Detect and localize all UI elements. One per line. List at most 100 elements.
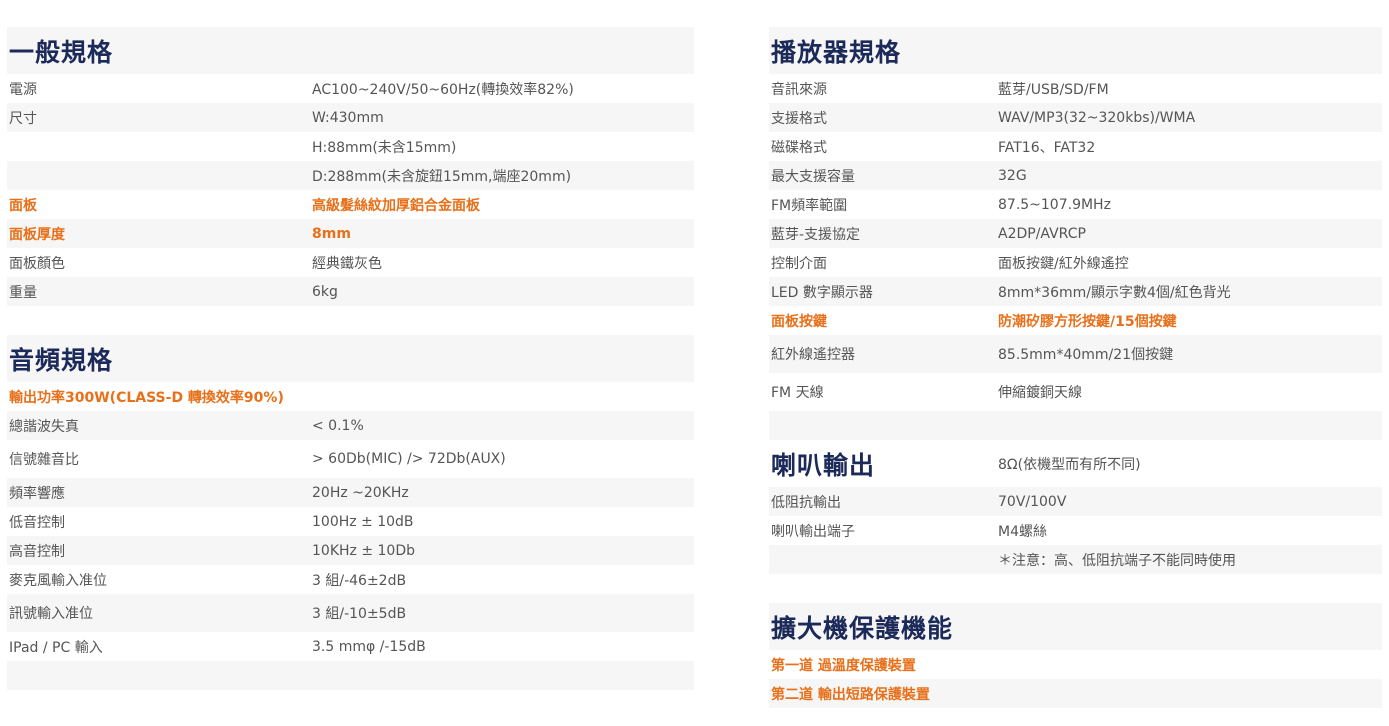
spec-row-panel-color: 面板顏色 經典鐵灰色 [7,248,694,277]
spec-row-output-power: 輸出功率300W(CLASS-D 轉換效率90%) [7,382,694,411]
spec-row-weight: 重量 6kg [7,277,694,306]
spec-label: 面板顏色 [9,255,65,272]
spec-label: 低音控制 [9,514,65,531]
spec-value: 3 組/-10±5dB [312,606,407,622]
spec-label: 低阻抗輸出 [771,494,841,511]
spec-row-remote: 紅外線遙控器 85.5mm*40mm/21個按鍵 [769,335,1382,373]
right-spec-column: 播放器規格 音訊來源 藍芽/USB/SD/FM 支援格式 WAV/MP3(32~… [769,27,1382,708]
spec-label: 支援格式 [771,110,827,127]
spec-value: 70V/100V [998,493,1067,510]
spec-value: AC100~240V/50~60Hz(轉換效率82%) [312,81,574,98]
spec-row-formats: 支援格式 WAV/MP3(32~320kbs)/WMA [769,103,1382,132]
spec-label: 電源 [9,81,37,98]
output-power-highlight: 輸出功率300W(CLASS-D 轉換效率90%) [9,389,284,406]
spec-label: LED 數字顯示器 [771,284,873,301]
audio-spec-heading: 音頻規格 [7,335,694,382]
spec-row-disk-format: 磁碟格式 FAT16、FAT32 [769,132,1382,161]
spec-value: 3.5 mmφ /-15dB [312,638,426,655]
spec-row-panel-buttons: 面板按鍵 防潮矽膠方形按鍵/15個按鍵 [769,306,1382,335]
spec-label: 訊號輸入准位 [9,606,93,622]
spec-value: 防潮矽膠方形按鍵/15個按鍵 [998,313,1177,330]
speaker-impedance-value: 8Ω(依機型而有所不同) [998,456,1141,473]
spec-row-terminal: 喇叭輸出端子 M4螺絲 [769,516,1382,545]
spec-label: 控制介面 [771,255,827,272]
spec-row-audio-source: 音訊來源 藍芽/USB/SD/FM [769,74,1382,103]
spec-label: 面板 [9,197,37,214]
spec-value: 6kg [312,283,338,300]
protection-item-label: 第一道 過溫度保護裝置 [771,657,916,674]
spec-value: 32G [998,167,1027,184]
spec-label: 喇叭輸出端子 [771,523,855,540]
spec-row-snr: 信號雜音比 > 60Db(MIC) /> 72Db(AUX) [7,440,694,478]
spec-row-treble: 高音控制 10KHz ± 10Db [7,536,694,565]
spec-label: 面板厚度 [9,226,65,243]
protection-title: 擴大機保護機能 [771,613,954,643]
spec-row-depth: D:288mm(未含旋鈕15mm,端座20mm) [7,161,694,190]
spec-row-bluetooth: 藍芽-支援協定 A2DP/AVRCP [769,219,1382,248]
spec-label: 頻率響應 [9,485,65,502]
protection-item: 第一道 過溫度保護裝置 [769,650,1382,679]
spec-value: WAV/MP3(32~320kbs)/WMA [998,109,1196,126]
spec-row-bass: 低音控制 100Hz ± 10dB [7,507,694,536]
spec-row-low-impedance: 低阻抗輸出 70V/100V [769,487,1382,516]
spec-row-thd: 總諧波失真 < 0.1% [7,411,694,440]
spec-label: FM頻率範圍 [771,197,848,214]
spec-row-signal-input: 訊號輸入准位 3 組/-10±5dB [7,594,694,632]
spec-label: 麥克風輸入准位 [9,572,107,589]
spec-label: 面板按鍵 [771,313,827,330]
spec-label: 重量 [9,284,37,301]
spec-label: 藍芽-支援協定 [771,226,861,243]
speaker-output-title: 喇叭輸出 [771,450,876,480]
spec-label: 高音控制 [9,543,65,560]
protection-item: 第二道 輸出短路保護裝置 [769,679,1382,708]
left-spec-column: 一般規格 電源 AC100~240V/50~60Hz(轉換效率82%) 尺寸 W… [7,27,694,690]
spec-value: 20Hz ~20KHz [312,484,409,501]
spec-value: 8mm [312,225,351,242]
spec-row-fm-range: FM頻率範圍 87.5~107.9MHz [769,190,1382,219]
spec-row-frequency-response: 頻率響應 20Hz ~20KHz [7,478,694,507]
player-spec-title: 播放器規格 [771,37,902,67]
spec-value: M4螺絲 [998,523,1047,540]
spec-value: 100Hz ± 10dB [312,513,414,530]
spec-row-control: 控制介面 面板按鍵/紅外線遙控 [769,248,1382,277]
spec-label: 最大支援容量 [771,168,855,185]
spec-value: H:88mm(未含15mm) [312,139,457,156]
spec-label: 信號雜音比 [9,452,79,468]
spec-value: FAT16、FAT32 [998,139,1096,156]
audio-spec-title: 音頻規格 [9,345,114,375]
general-spec-title: 一般規格 [9,37,114,67]
empty-row [769,411,1382,440]
spec-label: 尺寸 [9,110,37,127]
spec-value: 85.5mm*40mm/21個按鍵 [998,347,1174,363]
spec-row-power: 電源 AC100~240V/50~60Hz(轉換效率82%) [7,74,694,103]
note-text: ＊注意：高、低阻抗端子不能同時使用 [998,552,1236,569]
spec-value: 3 組/-46±2dB [312,572,407,589]
spec-row-max-capacity: 最大支援容量 32G [769,161,1382,190]
spec-row-panel: 面板 高級髮絲紋加厚鋁合金面板 [7,190,694,219]
spec-row-mic-input: 麥克風輸入准位 3 組/-46±2dB [7,565,694,594]
spec-value: D:288mm(未含旋鈕15mm,端座20mm) [312,168,572,185]
spec-row-size: 尺寸 W:430mm [7,103,694,132]
spec-label: 音訊來源 [771,81,827,98]
spec-row-panel-thickness: 面板厚度 8mm [7,219,694,248]
spec-value: 伸縮鍍銅天線 [998,385,1082,401]
spec-value: < 0.1% [312,417,364,434]
spec-value: A2DP/AVRCP [998,225,1086,242]
spec-value: 藍芽/USB/SD/FM [998,81,1109,98]
spec-label: 磁碟格式 [771,139,827,156]
spec-label: FM 天線 [771,385,824,401]
spec-row-led-display: LED 數字顯示器 8mm*36mm/顯示字數4個/紅色背光 [769,277,1382,306]
spec-row-note: ＊注意：高、低阻抗端子不能同時使用 [769,545,1382,574]
general-spec-heading: 一般規格 [7,27,694,74]
spec-value: 高級髮絲紋加厚鋁合金面板 [312,197,480,214]
spec-label: IPad / PC 輸入 [9,639,103,656]
spec-row-height: H:88mm(未含15mm) [7,132,694,161]
spec-label: 總諧波失真 [9,418,79,435]
protection-item-label: 第二道 輸出短路保護裝置 [771,686,930,703]
spec-value: 87.5~107.9MHz [998,196,1111,213]
spec-value: 8mm*36mm/顯示字數4個/紅色背光 [998,284,1231,301]
empty-row [7,661,694,690]
spec-value: 經典鐵灰色 [312,255,382,272]
